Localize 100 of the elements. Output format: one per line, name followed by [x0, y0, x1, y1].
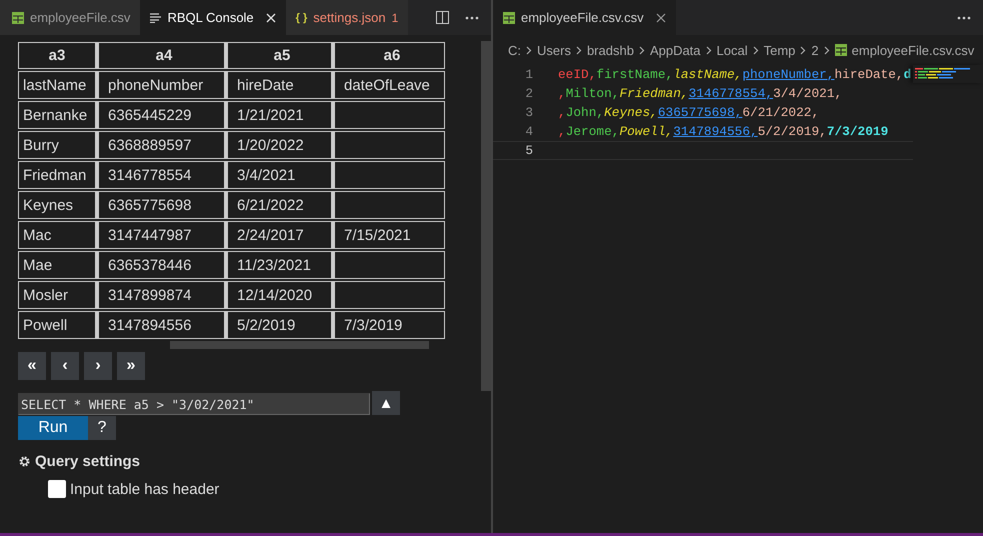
option-label: Input table has header — [70, 480, 220, 498]
lines-icon — [150, 12, 162, 22]
table-icon — [12, 12, 24, 24]
split-editor-icon[interactable] — [436, 11, 449, 24]
help-button[interactable]: ? — [88, 416, 116, 440]
table-cell: 6368889597 — [96, 131, 225, 159]
tab-label: employeeFile.csv.csv — [521, 10, 644, 25]
chevron-icon — [800, 46, 806, 54]
table-cell: 6365378446 — [96, 251, 225, 279]
code-token: Jerome, — [566, 124, 620, 139]
scrollbar-thumb[interactable] — [481, 41, 491, 391]
page-button[interactable]: ‹ — [51, 352, 79, 380]
code-token: 6/21/2022, — [742, 105, 820, 120]
chevron-icon — [752, 46, 759, 54]
table-cell: Powell — [18, 311, 96, 339]
breadcrumb[interactable]: C: — [508, 42, 521, 58]
page-button[interactable]: « — [18, 352, 46, 380]
table-cell: Bernanke — [18, 101, 96, 129]
code-token: firstName, — [596, 67, 674, 82]
editor-tab[interactable]: RBQL Console — [140, 0, 286, 35]
line-number: 3 — [524, 104, 533, 122]
chevron-icon — [526, 46, 532, 54]
code-token: Keynes, — [604, 105, 658, 120]
editor-tab[interactable]: employeeFile.csv — [0, 0, 140, 35]
column-header: a4 — [96, 42, 225, 69]
editor-tab[interactable]: { } settings.json 1 — [286, 0, 408, 35]
breadcrumb[interactable]: Temp — [764, 42, 796, 58]
table-cell: Keynes — [18, 191, 96, 219]
code-token: phoneNumber, — [742, 67, 834, 82]
table-cell: 11/23/2021 — [225, 251, 332, 279]
table-cell: Mosler — [18, 281, 96, 309]
breadcrumb[interactable]: Users — [537, 42, 571, 58]
braces-icon: { } — [296, 12, 308, 24]
table-cell: 12/14/2020 — [225, 281, 332, 309]
more-icon[interactable] — [957, 16, 971, 20]
tab-label: RBQL Console — [167, 10, 254, 25]
breadcrumb[interactable]: bradshb — [586, 42, 634, 58]
table-cell: Mae — [18, 251, 96, 279]
breadcrumb[interactable]: AppData — [650, 42, 701, 58]
code-token: John, — [566, 105, 604, 120]
table-cell: dateOfLeave — [332, 71, 445, 99]
tab-label: settings.json — [313, 10, 386, 25]
line-number: 4 — [524, 123, 533, 141]
checkbox[interactable] — [48, 480, 66, 498]
breadcrumb[interactable]: employeeFile.csv.csv — [852, 42, 974, 58]
code-token: 3/4/2021, — [773, 86, 842, 101]
table-cell: 3147899874 — [96, 281, 225, 309]
table-cell: 3146778554 — [96, 161, 225, 189]
query-field[interactable]: SELECT * WHERE a5 > "3/02/2021" — [18, 393, 370, 415]
table-cell: 1/21/2021 — [225, 101, 332, 129]
close-icon[interactable] — [656, 12, 666, 22]
column-header: a6 — [332, 42, 445, 69]
editor-tab[interactable]: employeeFile.csv.csv — [493, 0, 676, 35]
breadcrumb[interactable]: Local — [716, 42, 748, 58]
table-cell: 3/4/2021 — [225, 161, 332, 189]
run-button[interactable]: Run — [18, 416, 88, 440]
column-header: a5 — [225, 42, 332, 69]
table-cell: 7/15/2021 — [332, 221, 445, 249]
code-token: d — [904, 67, 912, 82]
section-title: Query settings — [35, 453, 140, 470]
table-cell: 6365775698 — [96, 191, 225, 219]
table-cell: 3147447987 — [96, 221, 225, 249]
line-number: 5 — [524, 142, 533, 159]
table-icon — [503, 12, 515, 24]
table-cell: 1/20/2022 — [225, 131, 332, 159]
table-cell: Mac — [18, 221, 96, 249]
chevron-icon — [706, 46, 712, 54]
scrollbar-thumb[interactable] — [170, 341, 429, 349]
code-token: 6365775698, — [658, 105, 742, 120]
code-token: eeID, — [558, 67, 596, 82]
table-cell: Friedman — [18, 161, 96, 189]
history-button[interactable]: ▲ — [372, 391, 400, 415]
table-cell: lastName — [18, 71, 96, 99]
code-token: 3147894556, — [673, 124, 758, 139]
code-token: 3146778554, — [688, 86, 774, 101]
table-cell: 6/21/2022 — [225, 191, 332, 219]
code-token: , — [558, 86, 566, 101]
chevron-icon — [824, 46, 830, 54]
table-cell: 2/24/2017 — [225, 221, 332, 249]
column-header: a3 — [18, 42, 96, 69]
chevron-icon — [576, 46, 582, 54]
page-button[interactable]: › — [84, 352, 112, 380]
table-icon — [834, 44, 847, 56]
code-token: Milton, — [566, 86, 620, 101]
table-cell: phoneNumber — [96, 71, 225, 99]
breadcrumb[interactable]: 2 — [811, 42, 819, 58]
code-token: Friedman, — [619, 86, 689, 101]
code-token: lastName, — [673, 67, 742, 82]
code-token: , — [558, 105, 566, 120]
code-token: 5/2/2019, — [758, 124, 827, 139]
more-icon[interactable] — [465, 16, 479, 20]
table-cell: Burry — [18, 131, 96, 159]
line-number: 1 — [524, 66, 533, 84]
problem-count: 1 — [392, 10, 398, 24]
table-cell: 6365445229 — [96, 101, 225, 129]
page-button[interactable]: » — [117, 352, 145, 380]
tab-label: employeeFile.csv — [30, 10, 130, 25]
code-token: 7/3/2019 — [826, 124, 888, 139]
code-token: Powell, — [619, 124, 674, 139]
code-token: hireDate, — [834, 67, 904, 82]
